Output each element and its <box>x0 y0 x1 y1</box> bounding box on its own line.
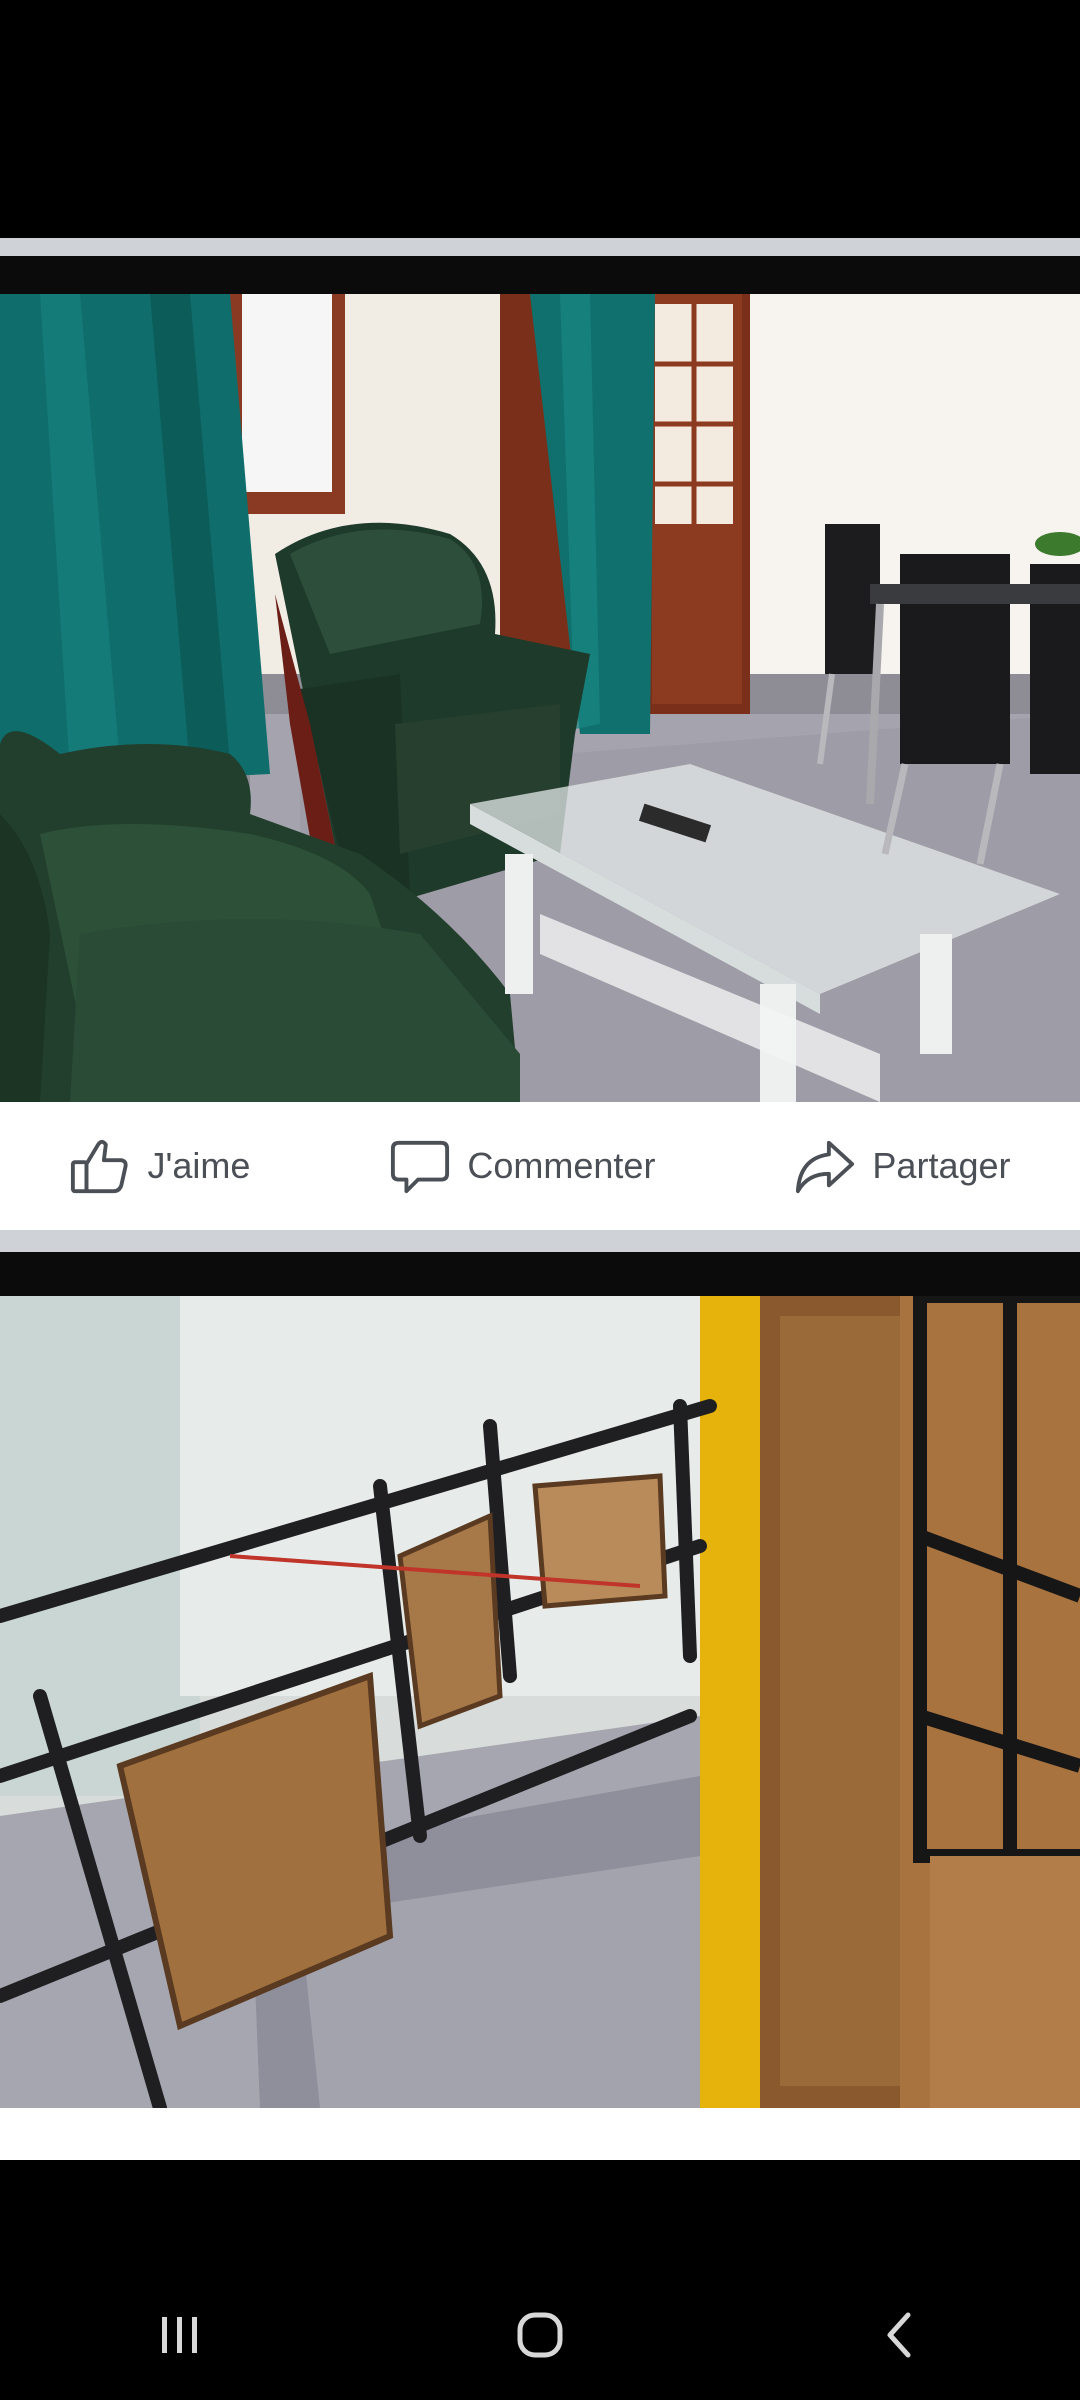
share-arrow-icon <box>796 1140 855 1194</box>
top-black-area <box>0 0 1080 238</box>
system-navigation-bar <box>0 2270 1080 2400</box>
post-photo-living-room[interactable] <box>0 294 1080 1102</box>
home-icon <box>517 2312 563 2358</box>
bottom-black-area <box>0 2160 1080 2270</box>
post-photo-balcony[interactable] <box>0 1296 1080 2108</box>
back-icon <box>887 2312 911 2358</box>
feed-separator <box>0 1230 1080 1252</box>
balcony-image <box>0 1296 1080 2108</box>
back-button[interactable] <box>840 2295 960 2375</box>
feed-separator <box>0 238 1080 256</box>
home-button[interactable] <box>480 2295 600 2375</box>
post-action-bar-partial <box>0 2108 1080 2160</box>
share-button[interactable]: Partager <box>794 1135 1011 1197</box>
post-action-bar: J'aime Commenter Partager <box>0 1102 1080 1230</box>
feed-separator-dark <box>0 1252 1080 1296</box>
like-button[interactable]: J'aime <box>69 1135 250 1197</box>
speech-bubble-icon <box>391 1140 450 1194</box>
feed-separator-dark <box>0 256 1080 294</box>
living-room-image <box>0 294 1080 1102</box>
comment-button[interactable]: Commenter <box>389 1135 655 1197</box>
thumbs-up-icon <box>71 1139 129 1194</box>
comment-label: Commenter <box>467 1145 656 1186</box>
recent-apps-button[interactable] <box>120 2295 240 2375</box>
like-label: J'aime <box>147 1145 251 1186</box>
recent-apps-icon <box>162 2317 197 2353</box>
share-label: Partager <box>872 1145 1011 1186</box>
